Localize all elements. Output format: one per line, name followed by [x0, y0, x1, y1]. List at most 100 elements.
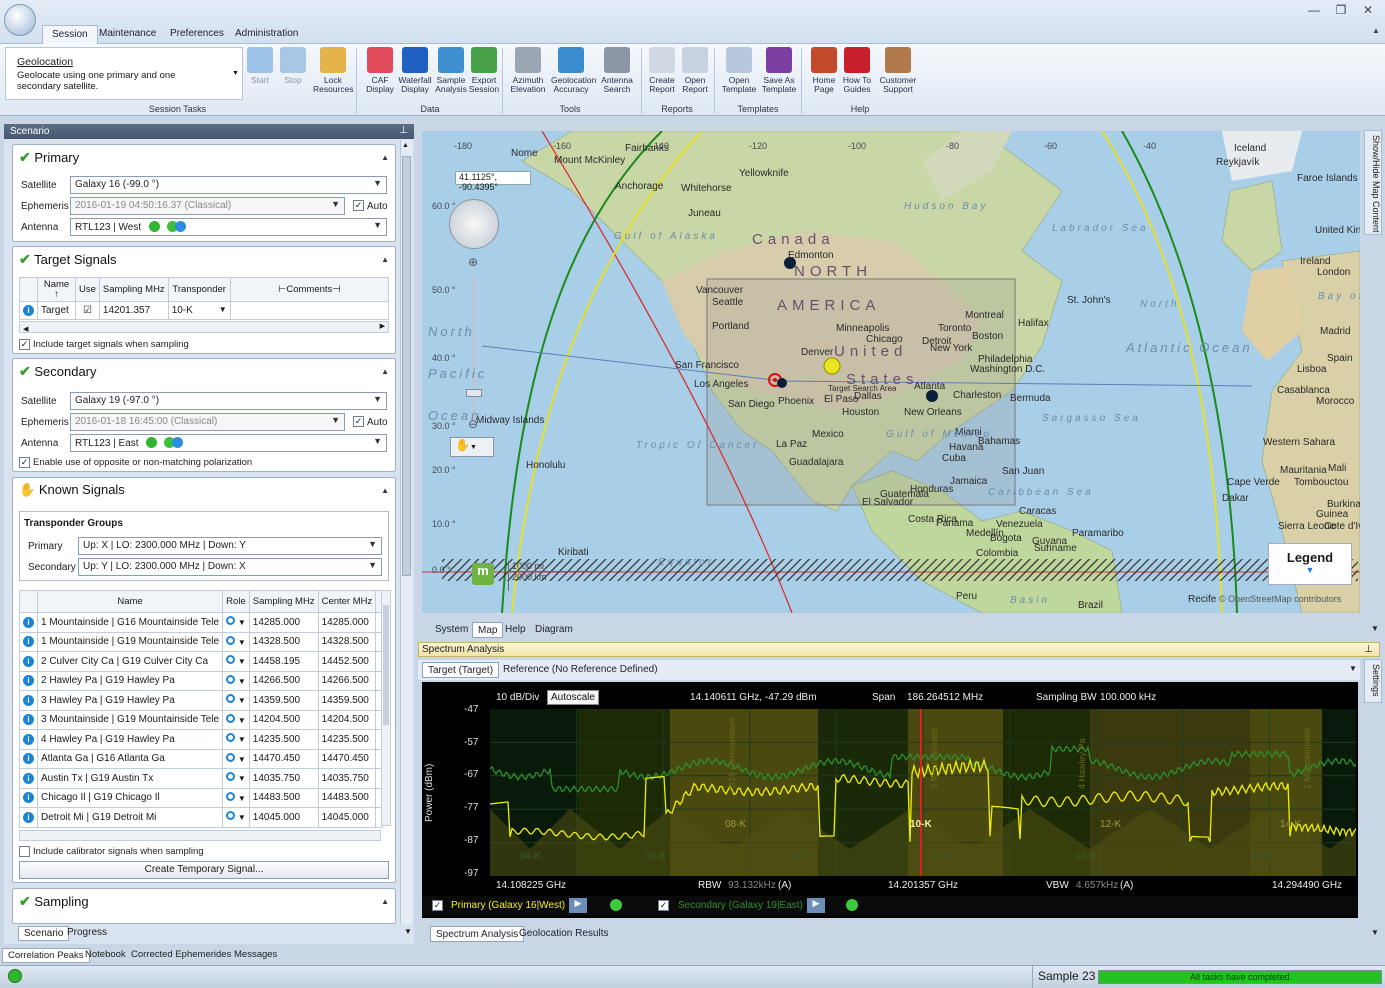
tab-geolocation-results[interactable]: Geolocation Results [514, 926, 614, 942]
export-session-button[interactable]: Export Session [464, 47, 504, 99]
play-icon[interactable]: ▶ [569, 898, 587, 913]
primary-section-header[interactable]: ✔ Primary [19, 149, 79, 166]
target-transponder[interactable]: 10-K ▼ [167, 301, 231, 320]
table-row[interactable]: i1 Mountainside | G19 Mountainside Tele … [19, 631, 384, 652]
chevron-down-icon[interactable]: ▼ [232, 70, 239, 77]
spectrum-plot[interactable]: 10 dB/Div Autoscale 14.140611 GHz, -47.2… [422, 682, 1358, 918]
tab-preferences[interactable]: Preferences [161, 25, 233, 44]
chevron-down-icon[interactable]: ▼ [1366, 622, 1384, 638]
lock-resources-button[interactable]: Lock Resources [313, 47, 354, 99]
restore-icon[interactable]: ❐ [1330, 3, 1352, 19]
col-center[interactable]: Center MHz [317, 590, 377, 613]
role-select[interactable]: ▼ [222, 768, 250, 789]
target-use-checkbox[interactable]: ☑ [75, 301, 100, 320]
tab-corrected-ephemerides[interactable]: Corrected Ephemerides [126, 948, 236, 963]
info-icon[interactable]: i [19, 651, 38, 672]
polarization-checkbox[interactable]: ✓ [19, 457, 30, 468]
tab-correlation-peaks[interactable]: Correlation Peaks [2, 948, 90, 963]
role-select[interactable]: ▼ [222, 709, 250, 730]
role-select[interactable]: ▼ [222, 612, 250, 633]
col-role[interactable]: Role [222, 590, 250, 613]
role-select[interactable]: ▼ [222, 729, 250, 750]
geolocation-map[interactable]: 41.1125°, -90.4395° ⊕ ⊖ ✋▼ m 1000 mi 200… [422, 131, 1360, 613]
how-to-guides-button[interactable]: How To Guides [837, 47, 877, 99]
col-sampling[interactable]: Sampling MHz [248, 590, 319, 613]
role-select[interactable]: ▼ [222, 690, 250, 711]
table-row[interactable]: i2 Hawley Pa | G19 Hawley Pa ▼ 14266.500 1… [19, 670, 384, 691]
ribbon-collapse-icon[interactable]: ▲ [1365, 26, 1385, 42]
table-row[interactable]: i3 Hawley Pa | G19 Hawley Pa ▼ 14359.500 1… [19, 690, 384, 711]
tab-map[interactable]: Map [472, 622, 504, 638]
tab-reference[interactable]: Reference (No Reference Defined) [498, 662, 663, 678]
role-select[interactable]: ▼ [222, 670, 250, 691]
table-row[interactable]: i Chicago Il | G19 Chicago Il ▼ 14483.500 1… [19, 787, 384, 808]
waterfall-display-button[interactable]: Waterfall Display [395, 47, 435, 99]
tab-target[interactable]: Target (Target) [422, 662, 500, 678]
table-row[interactable]: i Atlanta Ga | G16 Atlanta Ga ▼ 14470.450 1… [19, 748, 384, 769]
customer-support-button[interactable]: Customer Support [878, 47, 918, 99]
application-menu-button[interactable] [4, 4, 36, 36]
table-row[interactable]: i Target ☑ 14201.357 10-K ▼ [19, 301, 390, 320]
col-sampling[interactable]: Sampling MHz [98, 277, 169, 302]
open-template-button[interactable]: Open Template [719, 47, 759, 99]
spectrum-traces[interactable]: 08-K 10-K 12-K 14-K 04-K 06-K 08-K 10-K 12-K 16-K… [490, 709, 1356, 876]
target-comments[interactable] [229, 301, 390, 320]
tab-notebook[interactable]: Notebook [80, 948, 131, 963]
known-signals-header[interactable]: ✋ Known Signals [19, 482, 125, 498]
known-table-hscroll[interactable] [19, 830, 381, 841]
role-select[interactable]: ▼ [222, 807, 250, 828]
info-icon[interactable]: i [19, 807, 38, 828]
tab-administration[interactable]: Administration [226, 25, 307, 44]
info-icon[interactable]: i [19, 729, 38, 750]
minimize-icon[interactable]: — [1303, 3, 1325, 19]
table-row[interactable]: i Austin Tx | G19 Austin Tx ▼ 14035.750 140… [19, 768, 384, 789]
table-row[interactable]: i3 Mountainside | G19 Mountainside Tele … [19, 709, 384, 730]
role-select[interactable]: ▼ [222, 631, 250, 652]
info-icon[interactable]: i [19, 709, 38, 730]
antenna-search-button[interactable]: Antenna Search [597, 47, 637, 99]
create-temporary-signal-button[interactable]: Create Temporary Signal... [19, 861, 389, 879]
primary-group-select[interactable]: Up: X | LO: 2300.000 MHz | Down: Y ▼ [78, 537, 382, 555]
info-icon[interactable]: i [19, 748, 38, 769]
legend-toggle[interactable]: Legend ▼ [1268, 543, 1352, 585]
scroll-up-icon[interactable]: ▲ [402, 142, 409, 149]
tab-messages[interactable]: Messages [229, 948, 282, 963]
tab-diagram[interactable]: Diagram [530, 622, 578, 638]
known-table-vscroll[interactable] [381, 590, 391, 826]
chevron-down-icon[interactable]: ▼ [1344, 662, 1362, 678]
target-signals-header[interactable]: ✔ Target Signals [19, 251, 117, 268]
reference-emitter-marker[interactable] [777, 378, 787, 388]
info-icon[interactable]: i [19, 690, 38, 711]
save-as-template-button[interactable]: Save As Template [759, 47, 799, 99]
collapse-icon[interactable]: ▲ [381, 153, 389, 162]
col-use[interactable]: Use [75, 277, 100, 302]
secondary-antenna-select[interactable]: RTL123 | East ▼ [70, 434, 387, 452]
open-report-button[interactable]: Open Report [675, 47, 715, 99]
settings-side-tab[interactable]: Settings [1364, 659, 1382, 703]
zoom-in-icon[interactable]: ⊕ [468, 255, 478, 269]
rbw-value[interactable]: 93.132kHz [728, 880, 776, 891]
pin-icon[interactable]: ⊥ [399, 125, 408, 136]
session-task-selector[interactable]: Geolocation Geolocate using one primary … [5, 47, 243, 100]
vbw-value[interactable]: 4.657kHz [1076, 880, 1118, 891]
sun-marker[interactable] [823, 357, 841, 375]
caf-display-button[interactable]: CAF Display [360, 47, 400, 99]
table-row[interactable]: i4 Hawley Pa | G19 Hawley Pa ▼ 14235.500 1… [19, 729, 384, 750]
secondary-satellite-select[interactable]: Galaxy 19 (-97.0 °) ▼ [70, 392, 387, 410]
secondary-auto-checkbox[interactable]: ✓ [353, 416, 364, 427]
scrollbar-thumb[interactable] [402, 156, 411, 576]
primary-antenna-select[interactable]: RTL123 | West ▼ [70, 218, 387, 236]
tab-maintenance[interactable]: Maintenance [90, 25, 165, 44]
info-icon[interactable]: i [19, 631, 38, 652]
pan-tool-button[interactable]: ✋▼ [450, 437, 494, 457]
info-icon[interactable]: i [19, 301, 38, 320]
scenario-scrollbar[interactable]: ▲ [400, 140, 412, 924]
show-hide-map-content-tab[interactable]: Show/Hide Map Content [1364, 130, 1382, 235]
map-settings-icon[interactable]: m [472, 563, 494, 585]
col-transponder[interactable]: Transponder [167, 277, 231, 302]
tab-spectrum-analysis[interactable]: Spectrum Analysis [430, 926, 525, 942]
scrollbar-thumb[interactable] [383, 605, 389, 725]
col-comments[interactable]: ⊢Comments⊣ [229, 277, 390, 302]
table-row[interactable]: i1 Mountainside | G16 Mountainside Tele … [19, 612, 384, 633]
autoscale-button[interactable]: Autoscale [547, 690, 599, 705]
